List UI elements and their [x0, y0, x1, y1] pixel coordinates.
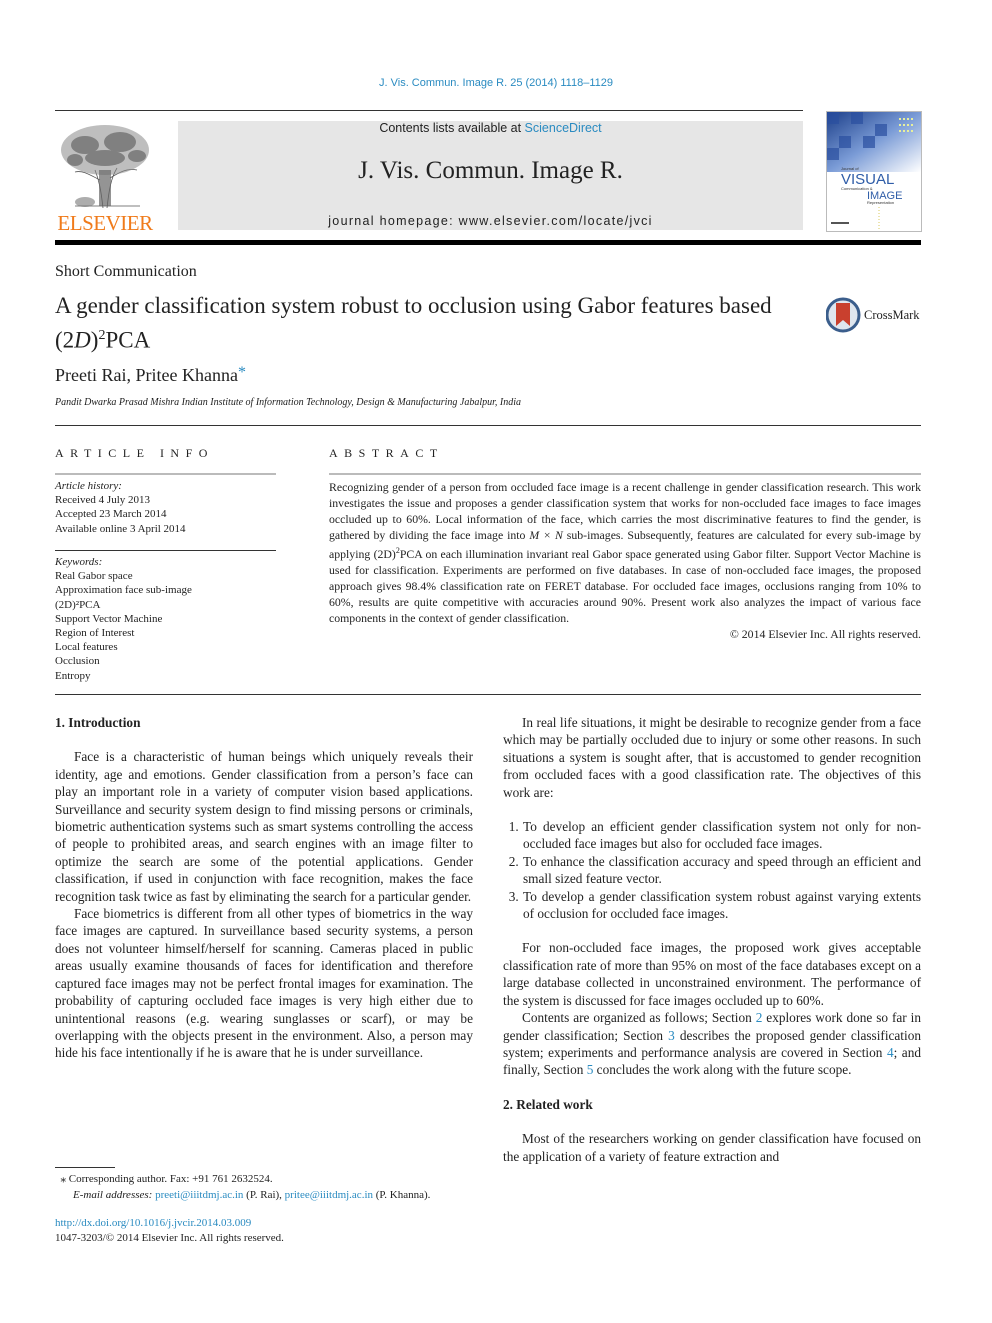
abstract-body: Recognizing gender of a person from occl…	[329, 479, 921, 642]
article-history: Article history: Received 4 July 2013 Ac…	[55, 479, 186, 536]
intro-paragraph-3: In real life situations, it might be des…	[503, 715, 921, 800]
title-tail: PCA	[105, 327, 151, 353]
intro-paragraph-5: Contents are organized as follows; Secti…	[503, 1009, 921, 1079]
keyword-item: Entropy	[55, 669, 91, 682]
keyword-item: Occlusion	[55, 655, 100, 668]
objective-item: To develop an efficient gender classific…	[522, 818, 921, 853]
objective-item: To develop a gender classification syste…	[522, 888, 921, 923]
contents-prefix: Contents lists available at	[379, 121, 525, 135]
footnote-star: ⁎	[60, 1173, 67, 1185]
keyword-item: Region of Interest	[55, 627, 135, 640]
contents-available-line: Contents lists available at ScienceDirec…	[178, 121, 803, 135]
title-main: A gender classification system robust to…	[55, 293, 772, 353]
journal-homepage[interactable]: journal homepage: www.elsevier.com/locat…	[178, 214, 803, 228]
keyword-item: Approximation face sub-image	[55, 584, 192, 597]
footnotes: ⁎ Corresponding author. Fax: +91 761 263…	[55, 1171, 495, 1203]
affiliation: Pandit Dwarka Prasad Mishra Indian Insti…	[55, 397, 522, 408]
abstract-text: Recognizing gender of a person from occl…	[329, 479, 921, 626]
crossmark-label[interactable]: CrossMark	[864, 308, 920, 323]
email-link-khanna[interactable]: pritee@iiitdmj.ac.in	[285, 1189, 373, 1201]
doi-block: http://dx.doi.org/10.1016/j.jvcir.2014.0…	[55, 1216, 284, 1245]
author-list: Preeti Rai, Pritee Khanna*	[55, 364, 246, 386]
history-online: Available online 3 April 2014	[55, 522, 186, 535]
article-info-rule	[55, 473, 276, 475]
keywords-list: Keywords: Real Gabor space Approximation…	[55, 555, 192, 683]
corresponding-author-mark[interactable]: *	[238, 364, 246, 381]
header-top-rule	[55, 110, 803, 111]
sciencedirect-link[interactable]: ScienceDirect	[525, 121, 602, 135]
authors-names: Preeti Rai, Pritee Khanna	[55, 365, 238, 385]
body-right-column: In real life situations, it might be des…	[503, 714, 921, 1165]
intro-paragraph-2: Face biometrics is different from all ot…	[55, 906, 473, 1061]
objective-item: To enhance the classification accuracy a…	[522, 853, 921, 888]
cover-line5: Representation	[867, 200, 894, 205]
section-1-heading: 1. Introduction	[55, 715, 141, 730]
issn-copyright: 1047-3203/© 2014 Elsevier Inc. All right…	[55, 1231, 284, 1244]
email-label: E-mail addresses:	[73, 1189, 153, 1201]
keyword-item: Support Vector Machine	[55, 612, 163, 625]
keyword-item: (2D)²PCA	[55, 598, 101, 611]
abstract-copyright: © 2014 Elsevier Inc. All rights reserved…	[729, 626, 921, 641]
abstract-mxn: M × N	[529, 528, 563, 542]
corresponding-author-note: ⁎ Corresponding author. Fax: +91 761 263…	[55, 1171, 495, 1187]
email-note: E-mail addresses: preeti@iiitdmj.ac.in (…	[55, 1187, 495, 1203]
abstract-separator	[55, 694, 921, 695]
elsevier-wordmark: ELSEVIER	[57, 211, 153, 235]
objectives-list: To develop an efficient gender classific…	[503, 818, 921, 922]
header-thick-rule	[55, 240, 921, 245]
keywords-label: Keywords:	[55, 556, 103, 568]
journal-title: J. Vis. Commun. Image R.	[358, 157, 623, 184]
footnote-rule	[55, 1167, 115, 1168]
corresponding-text: Corresponding author. Fax: +91 761 26325…	[68, 1173, 273, 1185]
related-work-paragraph-1: Most of the researchers working on gende…	[503, 1131, 921, 1164]
intro-paragraph-1: Face is a characteristic of human beings…	[55, 749, 473, 904]
article-type: Short Communication	[55, 263, 197, 280]
journal-cover-image: Journal of VISUAL Communication & IMAGE …	[826, 111, 922, 232]
doi-link[interactable]: http://dx.doi.org/10.1016/j.jvcir.2014.0…	[55, 1216, 284, 1231]
p5-a: Contents are organized as follows; Secti…	[522, 1010, 756, 1026]
abstract-heading: ABSTRACT	[329, 446, 444, 460]
paper-title: A gender classification system robust to…	[55, 291, 805, 356]
history-accepted: Accepted 23 March 2014	[55, 508, 167, 521]
journal-citation-link[interactable]: J. Vis. Commun. Image R. 25 (2014) 1118–…	[0, 77, 992, 89]
section-3-ref-link[interactable]: 3	[668, 1028, 675, 1043]
title-separator	[55, 425, 921, 426]
email-link-rai[interactable]: preeti@iiitdmj.ac.in	[155, 1189, 243, 1201]
keywords-rule	[55, 550, 276, 551]
keyword-item: Real Gabor space	[55, 570, 133, 583]
history-label: Article history:	[55, 480, 122, 492]
abstract-part3: PCA on each illumination invariant real …	[329, 546, 921, 625]
email1-owner: (P. Rai),	[243, 1189, 285, 1201]
keyword-item: Local features	[55, 641, 118, 654]
body-left-column: 1. Introduction Face is a characteristic…	[55, 714, 473, 1062]
article-info-heading: ARTICLE INFO	[55, 446, 214, 460]
title-italic: D	[74, 327, 91, 353]
p5-e: concludes the work along with the future…	[593, 1062, 852, 1078]
email2-owner: (P. Khanna).	[373, 1189, 431, 1201]
intro-paragraph-4: For non-occluded face images, the propos…	[503, 940, 921, 1008]
section-4-ref-link[interactable]: 4	[887, 1045, 894, 1060]
abstract-rule	[329, 473, 921, 475]
history-received: Received 4 July 2013	[55, 494, 151, 507]
crossmark-icon	[825, 297, 861, 333]
section-2-heading: 2. Related work	[503, 1096, 593, 1112]
